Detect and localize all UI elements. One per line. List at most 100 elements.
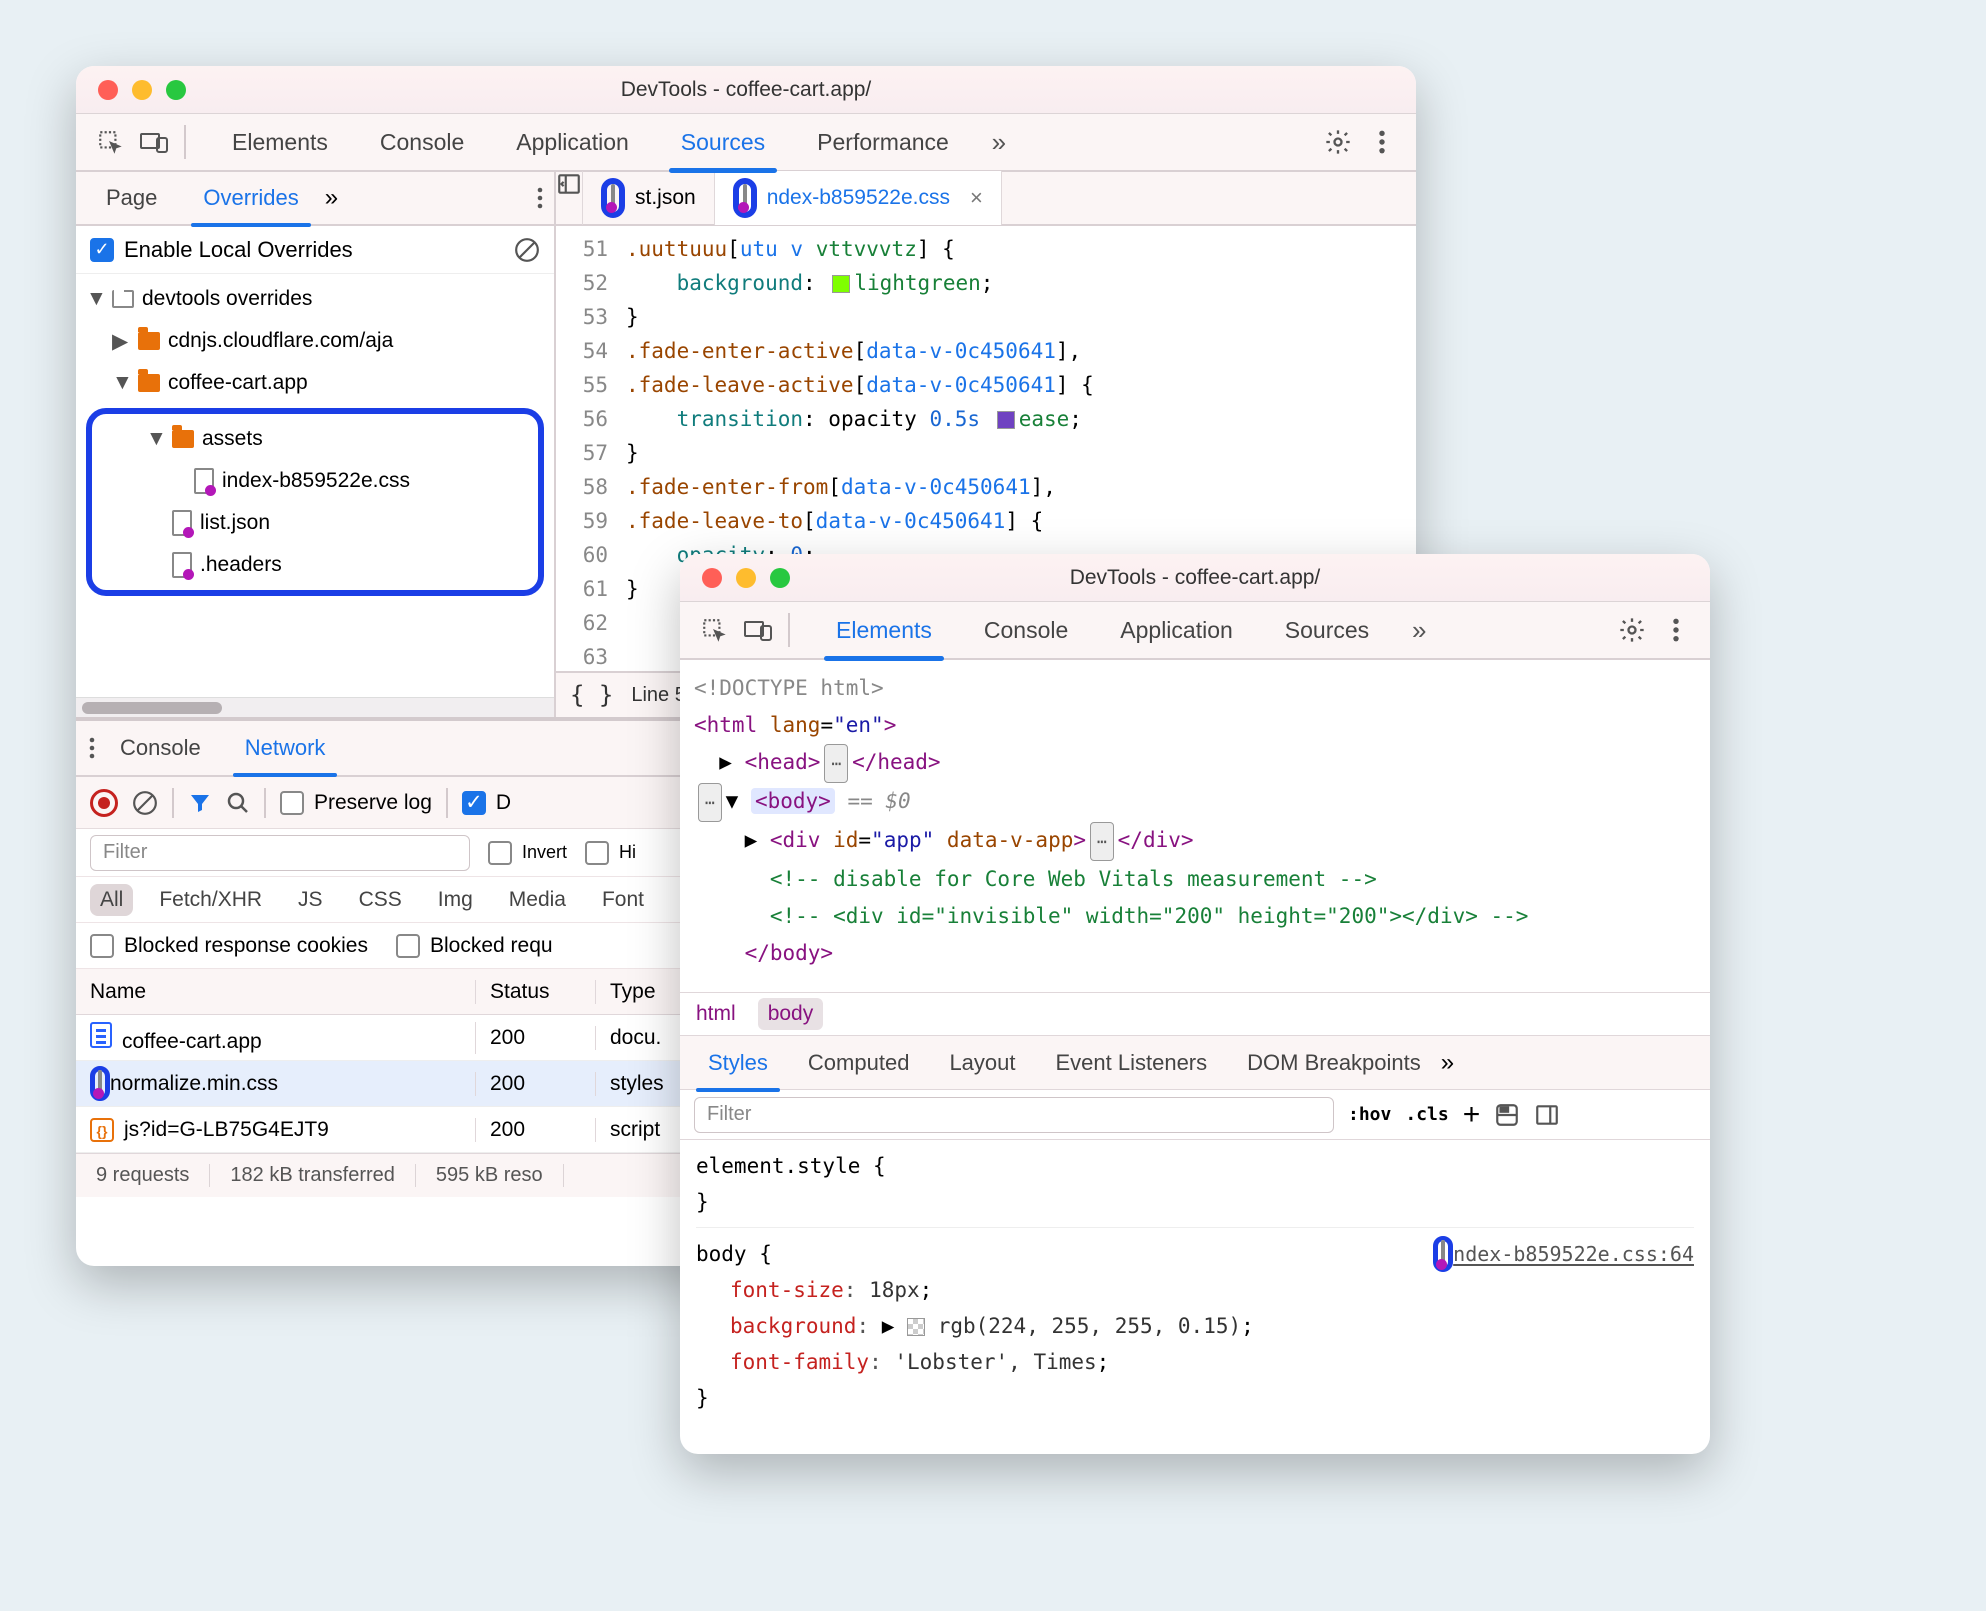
subtab-page[interactable]: Page <box>86 171 177 225</box>
chip-js[interactable]: JS <box>288 884 333 916</box>
styletab-styles[interactable]: Styles <box>688 1036 788 1090</box>
col-name[interactable]: Name <box>76 980 476 1004</box>
editor-gutter: 51 52 53 54 55 56 57 58 59 60 61 62 63 <box>556 232 626 671</box>
chip-all[interactable]: All <box>90 884 133 916</box>
toggle-computed-icon[interactable] <box>1494 1102 1520 1128</box>
dom-line[interactable]: ▶ <head>⋯</head> <box>694 744 1696 783</box>
minimize-window[interactable] <box>132 80 152 100</box>
preserve-log-toggle[interactable]: Preserve log <box>280 791 432 815</box>
file-tab-css[interactable]: ndex-b859522e.css × <box>715 171 1002 225</box>
tab-performance[interactable]: Performance <box>791 113 975 171</box>
chip-fetch[interactable]: Fetch/XHR <box>149 884 272 916</box>
drawer-kebab-icon[interactable] <box>88 736 96 760</box>
more-tabs-icon[interactable]: » <box>1399 610 1439 650</box>
crumb-html[interactable]: html <box>696 1002 736 1026</box>
col-status[interactable]: Status <box>476 980 596 1004</box>
gear-icon[interactable] <box>1318 122 1358 162</box>
file-tab-json[interactable]: st.json <box>583 171 715 225</box>
tab-console[interactable]: Console <box>354 113 490 171</box>
zoom-window[interactable] <box>770 568 790 588</box>
device-toggle-icon[interactable] <box>134 122 174 162</box>
pretty-print-icon[interactable]: { } <box>570 681 613 709</box>
enable-overrides-checkbox[interactable]: ✓ <box>90 238 114 262</box>
minimize-window[interactable] <box>736 568 756 588</box>
rule-source-link[interactable]: ndex-b859522e.css:64 <box>1433 1236 1694 1272</box>
close-tab-icon[interactable]: × <box>970 185 983 211</box>
tab-elements[interactable]: Elements <box>206 113 354 171</box>
zoom-window[interactable] <box>166 80 186 100</box>
sidebar-kebab-icon[interactable] <box>536 186 544 210</box>
device-toggle-icon[interactable] <box>738 610 778 650</box>
inspect-icon[interactable] <box>90 122 130 162</box>
disable-cache-toggle[interactable]: ✓D <box>462 791 511 815</box>
styletab-layout[interactable]: Layout <box>929 1036 1035 1090</box>
tab-sources[interactable]: Sources <box>655 113 791 171</box>
dom-line[interactable]: <!-- disable for Core Web Vitals measure… <box>694 861 1696 898</box>
dom-line[interactable]: <!-- <div id="invisible" width="200" hei… <box>694 898 1696 935</box>
drawer-tab-console[interactable]: Console <box>100 721 221 775</box>
tree-app[interactable]: ▼ coffee-cart.app <box>76 362 554 404</box>
styles-panel[interactable]: element.style { } ndex-b859522e.css:64 b… <box>680 1140 1710 1424</box>
chip-media[interactable]: Media <box>499 884 576 916</box>
invert-toggle[interactable]: Invert <box>488 841 567 865</box>
tree-root[interactable]: ▼ devtools overrides <box>76 278 554 320</box>
more-subtabs-icon[interactable]: » <box>325 184 338 212</box>
inspect-icon[interactable] <box>694 610 734 650</box>
hide-toggle[interactable]: Hi <box>585 841 636 865</box>
tab-application[interactable]: Application <box>490 113 655 171</box>
crumb-body[interactable]: body <box>758 998 824 1030</box>
drawer-tab-network[interactable]: Network <box>225 721 346 775</box>
chip-css[interactable]: CSS <box>349 884 412 916</box>
dom-line[interactable]: <html lang="en"> <box>694 707 1696 744</box>
filter-funnel-icon[interactable] <box>188 791 212 815</box>
styles-filter-input[interactable]: Filter <box>694 1097 1334 1133</box>
tab-elements[interactable]: Elements <box>810 601 958 659</box>
hov-toggle[interactable]: :hov <box>1348 1104 1391 1125</box>
styletab-dombreakpoints[interactable]: DOM Breakpoints <box>1227 1036 1441 1090</box>
dom-line[interactable]: <!DOCTYPE html> <box>694 670 1696 707</box>
tree-cdnjs[interactable]: ▶ cdnjs.cloudflare.com/aja <box>76 320 554 362</box>
tab-sources[interactable]: Sources <box>1259 601 1395 659</box>
tree-css-file[interactable]: index-b859522e.css <box>98 460 532 502</box>
subtab-overrides[interactable]: Overrides <box>183 171 318 225</box>
clear-overrides-icon[interactable] <box>514 237 540 263</box>
cls-toggle[interactable]: .cls <box>1405 1104 1448 1125</box>
record-icon[interactable] <box>90 789 118 817</box>
chip-font[interactable]: Font <box>592 884 654 916</box>
breadcrumb: html body <box>680 992 1710 1036</box>
tree-headers-file[interactable]: .headers <box>98 544 532 586</box>
clear-icon[interactable] <box>132 790 158 816</box>
dom-line[interactable]: </body> <box>694 935 1696 972</box>
toggle-navigator-icon[interactable] <box>556 171 583 225</box>
tree-assets[interactable]: ▼ assets <box>98 418 532 460</box>
dom-line[interactable]: ⋯▼ <body> == $0 <box>694 783 1696 822</box>
dom-line[interactable]: ▶ <div id="app" data-v-app>⋯</div> <box>694 822 1696 861</box>
blocked-cookies-toggle[interactable]: Blocked response cookies <box>90 934 368 958</box>
more-style-tabs-icon[interactable]: » <box>1441 1049 1454 1077</box>
gear-icon[interactable] <box>1612 610 1652 650</box>
more-tabs-icon[interactable]: » <box>979 122 1019 162</box>
network-filter-input[interactable]: Filter <box>90 835 470 871</box>
sidebar-scrollbar[interactable] <box>76 697 554 717</box>
styletab-computed[interactable]: Computed <box>788 1036 930 1090</box>
styletab-eventlisteners[interactable]: Event Listeners <box>1036 1036 1228 1090</box>
new-rule-icon[interactable]: + <box>1463 1098 1481 1132</box>
search-icon[interactable] <box>226 791 250 815</box>
close-window[interactable] <box>702 568 722 588</box>
toggle-sidebar-icon[interactable] <box>1534 1102 1560 1128</box>
tree-highlight: ▼ assets index-b859522e.css list.json .h… <box>86 408 544 596</box>
kebab-icon[interactable] <box>1362 122 1402 162</box>
tab-application[interactable]: Application <box>1094 601 1259 659</box>
close-window[interactable] <box>98 80 118 100</box>
blocked-requests-toggle[interactable]: Blocked requ <box>396 934 553 958</box>
enable-overrides-label: Enable Local Overrides <box>124 237 353 263</box>
tab-console[interactable]: Console <box>958 601 1094 659</box>
tree-json-file[interactable]: list.json <box>98 502 532 544</box>
dom-tree[interactable]: <!DOCTYPE html> <html lang="en"> ▶ <head… <box>680 660 1710 992</box>
rule-element-style[interactable]: element.style { <box>696 1148 1694 1184</box>
rule-body[interactable]: ndex-b859522e.css:64 body { <box>696 1236 1694 1272</box>
kebab-icon[interactable] <box>1656 610 1696 650</box>
chip-img[interactable]: Img <box>428 884 483 916</box>
main-toolbar: Elements Console Application Sources Per… <box>76 114 1416 172</box>
file-override-icon <box>172 510 192 536</box>
